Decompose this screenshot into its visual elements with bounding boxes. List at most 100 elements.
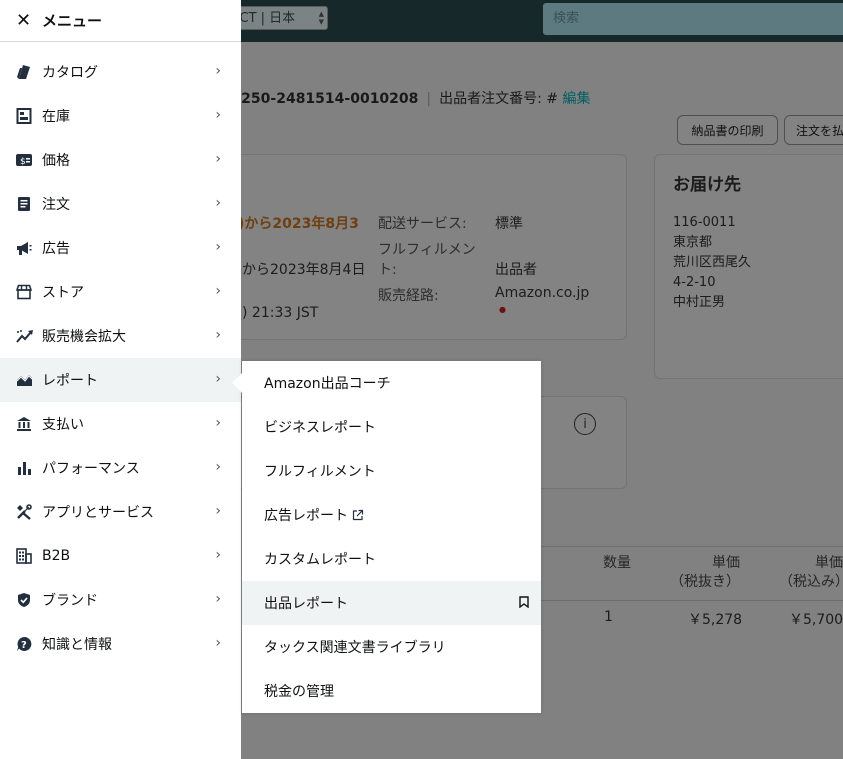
order-number: 250-2481514-0010208: [241, 91, 419, 107]
search-placeholder: 検索: [553, 11, 580, 26]
submenu-item-label: カスタムレポート: [264, 552, 376, 568]
divider: |: [426, 91, 432, 107]
recipient-name: 中村正男: [673, 295, 726, 310]
menu-item-growth[interactable]: 販売機会拡大 ›: [0, 314, 241, 358]
side-menu-list: カタログ › 在庫 › $ 価格 › 注文 › 広告 › ストア › 販売機会拡…: [0, 50, 241, 666]
chevron-right-icon: ›: [215, 503, 221, 519]
menu-item-label: B2B: [42, 548, 71, 564]
catalog-icon: [16, 62, 42, 82]
store-icon: [16, 282, 42, 302]
tools-icon: [16, 502, 42, 522]
close-icon[interactable]: ✕: [16, 10, 42, 31]
side-menu: ✕ メニュー カタログ › 在庫 › $ 価格 › 注文 › 広告 › ストア …: [0, 0, 241, 759]
edit-link[interactable]: 編集: [562, 91, 590, 107]
submenu-item-business-reports[interactable]: ビジネスレポート: [242, 405, 541, 449]
shield-icon: [16, 590, 42, 610]
menu-item-label: アプリとサービス: [42, 505, 154, 521]
ship-to-title: お届け先: [673, 175, 741, 195]
bar-chart-icon: [16, 458, 42, 478]
menu-item-performance[interactable]: パフォーマンス ›: [0, 446, 241, 490]
menu-item-apps-services[interactable]: アプリとサービス ›: [0, 490, 241, 534]
side-menu-title: メニュー: [42, 12, 103, 30]
chevron-right-icon: ›: [215, 591, 221, 607]
info-icon[interactable]: i: [574, 413, 596, 435]
unit-price-ex-cell: ￥5,278: [688, 612, 743, 628]
menu-item-knowledge[interactable]: ? 知識と情報 ›: [0, 622, 241, 666]
menu-item-label: パフォーマンス: [42, 461, 140, 477]
menu-item-reports[interactable]: レポート ›: [0, 358, 241, 402]
submenu-item-label: フルフィルメント: [264, 464, 376, 480]
search-input[interactable]: 検索: [543, 3, 843, 35]
menu-item-label: 注文: [42, 197, 70, 213]
svg-text:$: $: [20, 157, 26, 167]
menu-item-label: 知識と情報: [42, 637, 112, 653]
chevron-right-icon: ›: [215, 107, 221, 123]
submenu-item-label: 広告レポート: [264, 508, 348, 524]
unit-price-in-tax-header: 単価 （税込み）: [770, 554, 843, 592]
bookmark-icon[interactable]: [519, 596, 529, 612]
postal-code: 116-0011: [673, 215, 736, 230]
chevron-right-icon: ›: [215, 459, 221, 475]
purchase-time: ) 21:33 JST: [242, 305, 319, 321]
unit-price-in-line1: 単価: [815, 555, 843, 571]
chevron-right-icon: ›: [215, 63, 221, 79]
chevron-right-icon: ›: [215, 415, 221, 431]
menu-item-label: 在庫: [42, 109, 70, 125]
unit-price-in-line2: （税込み）: [779, 574, 843, 590]
menu-item-b2b[interactable]: B2B ›: [0, 534, 241, 578]
menu-item-label: 価格: [42, 153, 70, 169]
submenu-item-fulfillment[interactable]: フルフィルメント: [242, 449, 541, 493]
submenu-item-custom-reports[interactable]: カスタムレポート: [242, 537, 541, 581]
shipping-service-value: 標準: [495, 216, 523, 232]
building-icon: [16, 546, 42, 566]
inventory-icon: [16, 106, 42, 126]
chevron-right-icon: ›: [215, 151, 221, 167]
reports-submenu-list: Amazon出品コーチ ビジネスレポート フルフィルメント 広告レポート カスタ…: [242, 361, 541, 713]
sales-channel-label: 販売経路:: [378, 288, 439, 304]
prefecture: 東京都: [673, 235, 713, 250]
japan-flag-icon: ●: [499, 305, 506, 314]
unit-price-in-cell: ￥5,700: [789, 612, 843, 628]
menu-item-payments[interactable]: 支払い ›: [0, 402, 241, 446]
refund-order-button[interactable]: 注文を払: [784, 115, 843, 145]
delivery-date-range: )から2023年8月3: [238, 216, 359, 232]
chevron-right-icon: ›: [215, 547, 221, 563]
price-icon: $: [16, 150, 42, 170]
street: 4-2-10: [673, 275, 716, 290]
menu-item-catalog[interactable]: カタログ ›: [0, 50, 241, 94]
chevron-right-icon: ›: [215, 239, 221, 255]
menu-item-orders[interactable]: 注文 ›: [0, 182, 241, 226]
chevron-right-icon: ›: [215, 371, 221, 387]
city: 荒川区西尾久: [673, 255, 752, 270]
submenu-item-inventory-reports[interactable]: 出品レポート: [242, 581, 541, 625]
menu-item-advertising[interactable]: 広告 ›: [0, 226, 241, 270]
orders-icon: [16, 194, 42, 214]
submenu-item-tax-document-library[interactable]: タックス関連文書ライブラリ: [242, 625, 541, 669]
menu-item-pricing[interactable]: $ 価格 ›: [0, 138, 241, 182]
print-packing-slip-button[interactable]: 納品書の印刷: [677, 115, 778, 145]
menu-item-label: 販売機会拡大: [42, 329, 126, 345]
chevron-right-icon: ›: [215, 283, 221, 299]
fulfillment-value: 出品者: [495, 262, 537, 278]
qty-cell: 1: [604, 609, 613, 625]
submenu-item-label: タックス関連文書ライブラリ: [264, 640, 446, 656]
select-arrows-icon: ▲ ▼: [318, 10, 324, 26]
fulfillment-label: フルフィルメン: [378, 242, 476, 258]
submenu-item-label: 出品レポート: [264, 596, 348, 612]
menu-item-store[interactable]: ストア ›: [0, 270, 241, 314]
menu-item-label: 広告: [42, 241, 70, 257]
reports-submenu: Amazon出品コーチ ビジネスレポート フルフィルメント 広告レポート カスタ…: [232, 361, 541, 713]
unit-price-ex-line1: 単価: [712, 555, 740, 571]
bank-icon: [16, 414, 42, 434]
menu-item-inventory[interactable]: 在庫 ›: [0, 94, 241, 138]
menu-item-brand[interactable]: ブランド ›: [0, 578, 241, 622]
help-icon: ?: [16, 634, 42, 654]
external-link-icon: [352, 509, 364, 521]
submenu-item-seller-coach[interactable]: Amazon出品コーチ: [242, 361, 541, 405]
growth-icon: [16, 326, 42, 346]
shipping-service-label: 配送サービス:: [378, 216, 467, 232]
megaphone-icon: [16, 238, 42, 258]
submenu-item-ad-reports[interactable]: 広告レポート: [242, 493, 541, 537]
unit-price-ex-tax-header: 単価 （税抜き）: [670, 554, 740, 592]
submenu-item-tax-settings[interactable]: 税金の管理: [242, 669, 541, 713]
